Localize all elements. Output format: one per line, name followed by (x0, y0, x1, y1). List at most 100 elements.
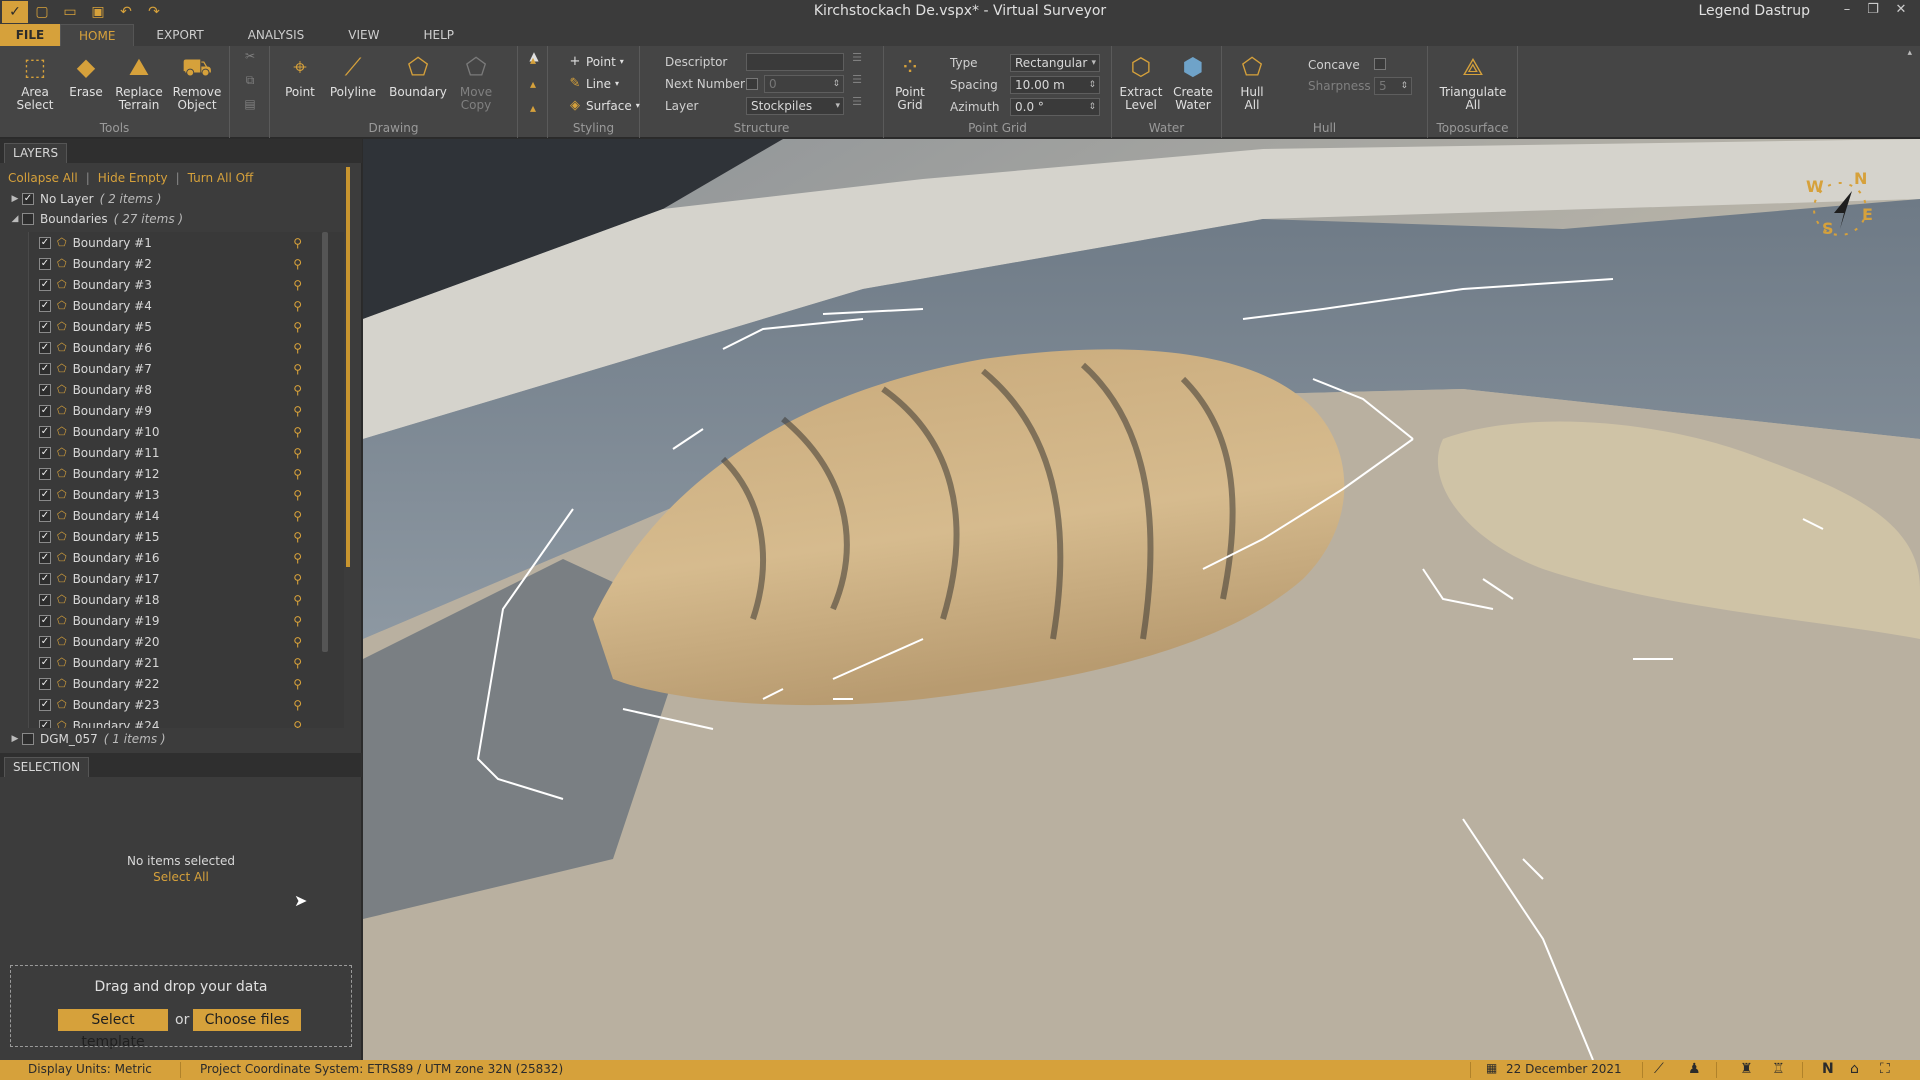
pin-icon[interactable]: ⚲ (293, 446, 302, 460)
pin-icon[interactable]: ⚲ (293, 320, 302, 334)
next-number-checkbox[interactable] (746, 78, 758, 90)
choose-files-button[interactable]: Choose files (193, 1009, 301, 1031)
pin-icon[interactable]: ⚲ (293, 383, 302, 397)
layer-checkbox[interactable] (22, 213, 34, 225)
style-surface-button[interactable]: ◈ Surface ▾ (568, 98, 640, 113)
drape-mid-icon[interactable]: ▴ (523, 78, 543, 91)
next-number-list-icon[interactable]: ☰ (850, 73, 864, 86)
pin-icon[interactable]: ⚲ (293, 530, 302, 544)
boundary-list-item[interactable]: ✓ ⬠ Boundary #2 ⚲ (29, 253, 344, 274)
collapse-arrow-icon[interactable]: ◢ (8, 214, 22, 224)
pin-icon[interactable]: ⚲ (293, 656, 302, 670)
boundary-list-item[interactable]: ✓ ⬠ Boundary #10 ⚲ (29, 421, 344, 442)
compass[interactable]: N E S W (1800, 169, 1880, 249)
style-point-button[interactable]: + Point ▾ (568, 54, 624, 69)
boundary-list-scrollbar[interactable] (322, 232, 328, 652)
coordinate-system[interactable]: Project Coordinate System: ETRS89 / UTM … (200, 1062, 563, 1076)
boundary-checkbox[interactable]: ✓ (39, 635, 51, 648)
boundary-list-item[interactable]: ✓ ⬠ Boundary #16 ⚲ (29, 547, 344, 568)
turn-all-off-link[interactable]: Turn All Off (188, 171, 254, 185)
boundary-checkbox[interactable]: ✓ (39, 341, 51, 354)
boundary-checkbox[interactable]: ✓ (39, 530, 51, 543)
tab-home[interactable]: HOME (60, 24, 135, 46)
remove-object-button[interactable]: ⛟ Remove Object (170, 52, 224, 112)
tab-view[interactable]: VIEW (326, 24, 401, 46)
pin-icon[interactable]: ⚲ (293, 635, 302, 649)
drape-top-icon[interactable]: ▴ (523, 54, 543, 67)
tab-layers[interactable]: LAYERS (4, 143, 68, 163)
tab-help[interactable]: HELP (401, 24, 476, 46)
terrain-view-icon[interactable]: ♜ (1740, 1061, 1753, 1077)
fullscreen-icon[interactable]: ⛶ (1880, 1061, 1890, 1077)
concave-checkbox[interactable] (1374, 58, 1386, 70)
restore-button[interactable]: ❐ (1860, 2, 1886, 17)
boundary-list-item[interactable]: ✓ ⬠ Boundary #20 ⚲ (29, 631, 344, 652)
boundary-checkbox[interactable]: ✓ (39, 572, 51, 585)
save-icon[interactable]: ▣ (84, 0, 112, 24)
pin-icon[interactable]: ⚲ (293, 614, 302, 628)
replace-terrain-button[interactable]: ⛰ Replace Terrain (112, 52, 166, 112)
boundary-list-item[interactable]: ✓ ⬠ Boundary #17 ⚲ (29, 568, 344, 589)
layer-group-no-layer[interactable]: ▶ ✓ No Layer ( 2 items ) (8, 189, 348, 209)
drop-zone[interactable]: Drag and drop your data Select template … (10, 965, 352, 1050)
grid-view-icon[interactable]: ♖ (1772, 1061, 1785, 1077)
boundary-checkbox[interactable]: ✓ (39, 656, 51, 669)
boundary-checkbox[interactable]: ✓ (39, 299, 51, 312)
boundary-checkbox[interactable]: ✓ (39, 362, 51, 375)
open-folder-icon[interactable]: ▭ (56, 0, 84, 24)
boundary-checkbox[interactable]: ✓ (39, 488, 51, 501)
pin-icon[interactable]: ⚲ (293, 299, 302, 313)
pin-icon[interactable]: ⚲ (293, 551, 302, 565)
home-view-icon[interactable]: ⌂ (1850, 1061, 1859, 1077)
area-select-button[interactable]: ⬚ Area Select (10, 52, 60, 112)
boundary-list-item[interactable]: ✓ ⬠ Boundary #7 ⚲ (29, 358, 344, 379)
boundary-checkbox[interactable]: ✓ (39, 446, 51, 459)
north-up-icon[interactable]: N (1822, 1061, 1834, 1077)
tab-analysis[interactable]: ANALYSIS (226, 24, 327, 46)
polyline-button[interactable]: ⟋ Polyline (328, 52, 378, 99)
point-grid-button[interactable]: ⁘ Point Grid (890, 52, 930, 112)
cut-icon[interactable]: ✂ (240, 50, 260, 63)
display-units[interactable]: Display Units: Metric (28, 1062, 152, 1076)
boundary-list-item[interactable]: ✓ ⬠ Boundary #13 ⚲ (29, 484, 344, 505)
undo-icon[interactable]: ↶ (112, 0, 140, 24)
boundary-list-item[interactable]: ✓ ⬠ Boundary #23 ⚲ (29, 694, 344, 715)
descriptor-list-icon[interactable]: ☰ (850, 51, 864, 64)
boundary-list-item[interactable]: ✓ ⬠ Boundary #21 ⚲ (29, 652, 344, 673)
paste-icon[interactable]: ▤ (240, 98, 260, 111)
tab-export[interactable]: EXPORT (134, 24, 225, 46)
layer-group-dgm-057[interactable]: ▶ DGM_057 ( 1 items ) (8, 729, 348, 749)
boundary-checkbox[interactable]: ✓ (39, 467, 51, 480)
pin-icon[interactable]: ⚲ (293, 425, 302, 439)
boundary-list-item[interactable]: ✓ ⬠ Boundary #3 ⚲ (29, 274, 344, 295)
project-date[interactable]: 22 December 2021 (1506, 1062, 1622, 1076)
collapse-ribbon-icon[interactable]: ▴ (1907, 48, 1912, 58)
select-template-button[interactable]: Select template (58, 1009, 168, 1050)
boundary-list-item[interactable]: ✓ ⬠ Boundary #9 ⚲ (29, 400, 344, 421)
boundary-list-item[interactable]: ✓ ⬠ Boundary #1 ⚲ (29, 232, 344, 253)
boundary-checkbox[interactable]: ✓ (39, 383, 51, 396)
pin-icon[interactable]: ⚲ (293, 509, 302, 523)
boundary-checkbox[interactable]: ✓ (39, 404, 51, 417)
select-all-link[interactable]: Select All (0, 870, 362, 884)
boundary-checkbox[interactable]: ✓ (39, 236, 51, 249)
boundary-checkbox[interactable]: ✓ (39, 425, 51, 438)
pin-icon[interactable]: ⚲ (293, 719, 302, 729)
pin-icon[interactable]: ⚲ (293, 677, 302, 691)
pin-icon[interactable]: ⚲ (293, 572, 302, 586)
copy-icon[interactable]: ⧉ (240, 74, 260, 87)
boundary-list-item[interactable]: ✓ ⬠ Boundary #8 ⚲ (29, 379, 344, 400)
boundary-list-item[interactable]: ✓ ⬠ Boundary #14 ⚲ (29, 505, 344, 526)
grid-spacing-input[interactable]: 10.00 m ⇕ (1010, 76, 1100, 94)
boundary-checkbox[interactable]: ✓ (39, 614, 51, 627)
move-copy-button[interactable]: ⬠ Move Copy (454, 52, 498, 112)
create-water-button[interactable]: ⬢ Create Water (1170, 52, 1216, 112)
new-file-icon[interactable]: ▢ (28, 0, 56, 24)
boundary-list-item[interactable]: ✓ ⬠ Boundary #11 ⚲ (29, 442, 344, 463)
redo-icon[interactable]: ↷ (140, 0, 168, 24)
boundary-list-item[interactable]: ✓ ⬠ Boundary #18 ⚲ (29, 589, 344, 610)
boundary-checkbox[interactable]: ✓ (39, 278, 51, 291)
pin-icon[interactable]: ⚲ (293, 341, 302, 355)
expand-arrow-icon[interactable]: ▶ (8, 734, 22, 744)
grid-azimuth-input[interactable]: 0.0 ° ⇕ (1010, 98, 1100, 116)
